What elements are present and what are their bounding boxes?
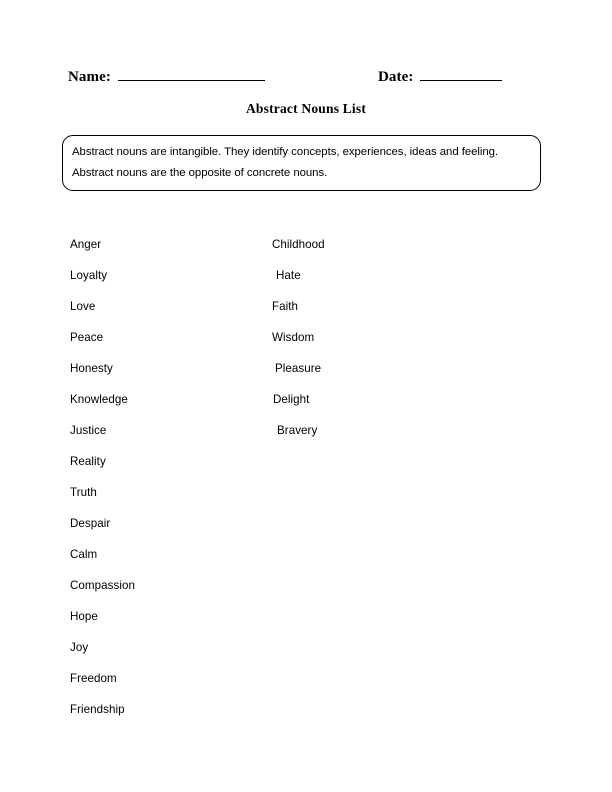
name-date-row: Name: Date: bbox=[68, 67, 503, 89]
word-item: Hate bbox=[276, 269, 301, 282]
word-item: Friendship bbox=[70, 703, 125, 716]
date-label: Date: bbox=[378, 69, 414, 85]
instruction-box: Abstract nouns are intangible. They iden… bbox=[62, 135, 541, 191]
word-item: Peace bbox=[70, 331, 104, 344]
word-item: Love bbox=[70, 300, 96, 313]
name-input[interactable] bbox=[117, 67, 265, 81]
word-item: Justice bbox=[70, 424, 107, 437]
name-label: Name: bbox=[68, 69, 111, 85]
word-item: Bravery bbox=[277, 424, 318, 437]
worksheet-page: Name: Date: Abstract Nouns List Abstract… bbox=[0, 0, 612, 792]
page-title: Abstract Nouns List bbox=[245, 101, 367, 116]
word-item: Honesty bbox=[70, 362, 113, 375]
abstract-nouns-list: Anger Loyalty Love Peace Honesty Knowledge Jus… bbox=[0, 0, 612, 792]
word-item: Reality bbox=[70, 455, 106, 468]
name-field-group: Name: bbox=[68, 67, 265, 86]
word-item: Calm bbox=[70, 548, 98, 561]
word-item: Compassion bbox=[70, 579, 135, 592]
word-item: Wisdom bbox=[272, 331, 315, 344]
word-item: Anger bbox=[70, 238, 102, 251]
word-item: Pleasure bbox=[275, 362, 322, 375]
word-item: Truth bbox=[70, 486, 97, 499]
word-item: Joy bbox=[70, 641, 89, 654]
word-item: Freedom bbox=[70, 672, 117, 685]
word-item: Despair bbox=[70, 517, 111, 530]
word-item: Childhood bbox=[272, 238, 325, 251]
word-item: Loyalty bbox=[70, 269, 108, 282]
date-field-group: Date: bbox=[378, 67, 503, 86]
instruction-text: Abstract nouns are intangible. They iden… bbox=[72, 146, 499, 179]
word-item: Delight bbox=[273, 393, 310, 406]
word-item: Hope bbox=[70, 610, 98, 623]
word-item: Knowledge bbox=[70, 393, 128, 406]
date-input[interactable] bbox=[420, 67, 503, 81]
word-item: Faith bbox=[272, 300, 299, 313]
